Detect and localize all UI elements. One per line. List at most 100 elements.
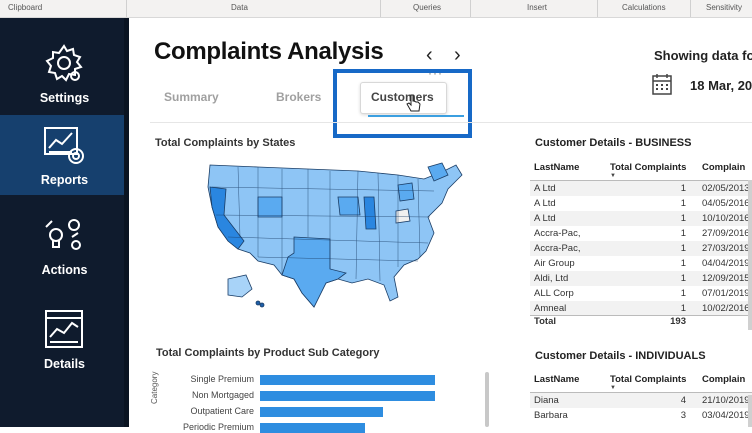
ribbon-group-insert[interactable]: Insert xyxy=(527,3,547,12)
col-header-lastname[interactable]: LastName xyxy=(534,374,579,385)
bar-category-label: Periodic Premium xyxy=(182,422,254,432)
cell-complain-date: 03/04/2019 xyxy=(702,410,750,421)
map-title: Total Complaints by States xyxy=(155,137,296,149)
cell-total-complaints: 3 xyxy=(680,410,686,421)
bar[interactable] xyxy=(260,407,383,417)
hand-cursor-icon xyxy=(406,94,421,112)
cell-complain-date: 04/05/2016 xyxy=(702,198,750,209)
cell-lastname: Aldi, Ltd xyxy=(534,273,569,284)
cell-lastname: Amneal xyxy=(534,303,567,314)
bar-chart-scrollbar[interactable] xyxy=(485,372,489,427)
nav-divider xyxy=(124,18,129,427)
table-row[interactable]: Air Group 1 04/04/2019 xyxy=(530,256,752,271)
calendar-icon[interactable] xyxy=(652,73,672,95)
individuals-table-scrollbar[interactable] xyxy=(748,395,752,427)
tab-summary[interactable]: Summary xyxy=(164,90,219,104)
ribbon-separator xyxy=(690,0,691,17)
cell-lastname: Barbara xyxy=(534,410,568,421)
us-states-map[interactable] xyxy=(198,157,468,309)
ribbon-separator xyxy=(126,0,127,17)
ribbon-group-queries[interactable]: Queries xyxy=(413,3,441,12)
ribbon-group-sensitivity[interactable]: Sensitivity xyxy=(706,3,742,12)
side-nav: Settings Reports Actions Details xyxy=(0,18,129,427)
cell-complain-date: 07/01/2019 xyxy=(702,288,750,299)
nav-item-details[interactable]: Details xyxy=(0,299,129,379)
bar[interactable] xyxy=(260,423,365,433)
ribbon-separator xyxy=(470,0,471,17)
cell-lastname: Air Group xyxy=(534,258,575,269)
total-value: 193 xyxy=(670,316,686,327)
nav-label: Actions xyxy=(41,263,88,277)
table-row[interactable]: Diana 4 21/10/2019 xyxy=(530,393,752,408)
ribbon-group-data[interactable]: Data xyxy=(231,3,248,12)
cell-total-complaints: 1 xyxy=(680,273,686,284)
cell-total-complaints: 1 xyxy=(680,288,686,299)
cell-lastname: A Ltd xyxy=(534,213,556,224)
bar[interactable] xyxy=(260,391,435,401)
nav-label: Settings xyxy=(39,91,90,105)
bar-category-label: Non Mortgaged xyxy=(191,390,254,400)
cell-total-complaints: 1 xyxy=(680,258,686,269)
tab-brokers[interactable]: Brokers xyxy=(276,90,321,104)
bar-category-label: Single Premium xyxy=(190,374,254,384)
ribbon-group-calculations[interactable]: Calculations xyxy=(622,3,666,12)
prev-page-button[interactable]: ‹ xyxy=(426,44,433,67)
table-row[interactable]: Aldi, Ltd 1 12/09/2015 xyxy=(530,271,752,286)
next-page-button[interactable]: › xyxy=(454,44,461,67)
table-row[interactable]: Barbara 3 03/04/2019 xyxy=(530,408,752,423)
nav-item-settings[interactable]: Settings xyxy=(0,33,129,113)
business-table: LastName Total Complaints ▼ Complain A L… xyxy=(530,160,752,360)
ribbon-group-clipboard[interactable]: Clipboard xyxy=(8,3,42,12)
total-label: Total xyxy=(534,316,556,327)
business-table-title: Customer Details - BUSINESS xyxy=(535,137,692,149)
nav-item-actions[interactable]: Actions xyxy=(0,205,129,285)
details-icon xyxy=(45,310,83,348)
bar[interactable] xyxy=(260,375,435,385)
total-rule xyxy=(530,315,752,316)
page-title: Complaints Analysis xyxy=(154,38,384,65)
cell-complain-date: 02/05/2013 xyxy=(702,183,750,194)
ribbon-separator xyxy=(380,0,381,17)
sort-arrow-icon[interactable]: ▼ xyxy=(610,385,616,391)
cell-complain-date: 10/02/2016 xyxy=(702,303,750,314)
cell-lastname: ALL Corp xyxy=(534,288,574,299)
col-header-complain[interactable]: Complain xyxy=(702,162,745,173)
cell-lastname: A Ltd xyxy=(534,183,556,194)
cell-lastname: A Ltd xyxy=(534,198,556,209)
sort-arrow-icon[interactable]: ▼ xyxy=(610,173,616,179)
cell-total-complaints: 1 xyxy=(680,243,686,254)
table-row[interactable]: A Ltd 1 02/05/2013 xyxy=(530,181,752,196)
date-value[interactable]: 18 Mar, 20 xyxy=(690,78,752,93)
business-table-scrollbar[interactable] xyxy=(748,180,752,330)
individuals-table-title: Customer Details - INDIVIDUALS xyxy=(535,350,706,362)
bar-category-label: Outpatient Care xyxy=(190,406,254,416)
ribbon-separator xyxy=(597,0,598,17)
cell-total-complaints: 1 xyxy=(680,303,686,314)
table-row[interactable]: Accra-Pac, 1 27/03/2019 xyxy=(530,241,752,256)
col-header-total-complaints[interactable]: Total Complaints xyxy=(610,162,686,173)
table-row[interactable]: A Ltd 1 10/10/2016 xyxy=(530,211,752,226)
table-row[interactable]: ALL Corp 1 07/01/2019 xyxy=(530,286,752,301)
col-header-lastname[interactable]: LastName xyxy=(534,162,579,173)
ribbon-bar: Clipboard Data Queries Insert Calculatio… xyxy=(0,0,752,18)
report-icon xyxy=(44,127,84,164)
cell-total-complaints: 1 xyxy=(680,198,686,209)
cell-complain-date: 12/09/2015 xyxy=(702,273,750,284)
individuals-table: LastName Total Complaints ▼ Complain Dia… xyxy=(530,372,752,427)
showing-data-label: Showing data fo xyxy=(654,48,752,63)
cell-complain-date: 21/10/2019 xyxy=(702,395,750,406)
actions-icon xyxy=(45,219,81,250)
cell-complain-date: 04/04/2019 xyxy=(702,258,750,269)
table-row[interactable]: Accra-Pac, 1 27/09/2016 xyxy=(530,226,752,241)
table-row[interactable]: A Ltd 1 04/05/2016 xyxy=(530,196,752,211)
cell-complain-date: 27/03/2019 xyxy=(702,243,750,254)
nav-item-reports[interactable]: Reports xyxy=(0,115,129,195)
cell-complain-date: 27/09/2016 xyxy=(702,228,750,239)
highlight-box xyxy=(333,69,472,138)
cell-total-complaints: 1 xyxy=(680,228,686,239)
cell-complain-date: 10/10/2016 xyxy=(702,213,750,224)
cell-total-complaints: 1 xyxy=(680,183,686,194)
col-header-total-complaints[interactable]: Total Complaints xyxy=(610,374,686,385)
col-header-complain[interactable]: Complain xyxy=(702,374,745,385)
table-row[interactable]: Amneal 1 10/02/2016 xyxy=(530,301,752,316)
